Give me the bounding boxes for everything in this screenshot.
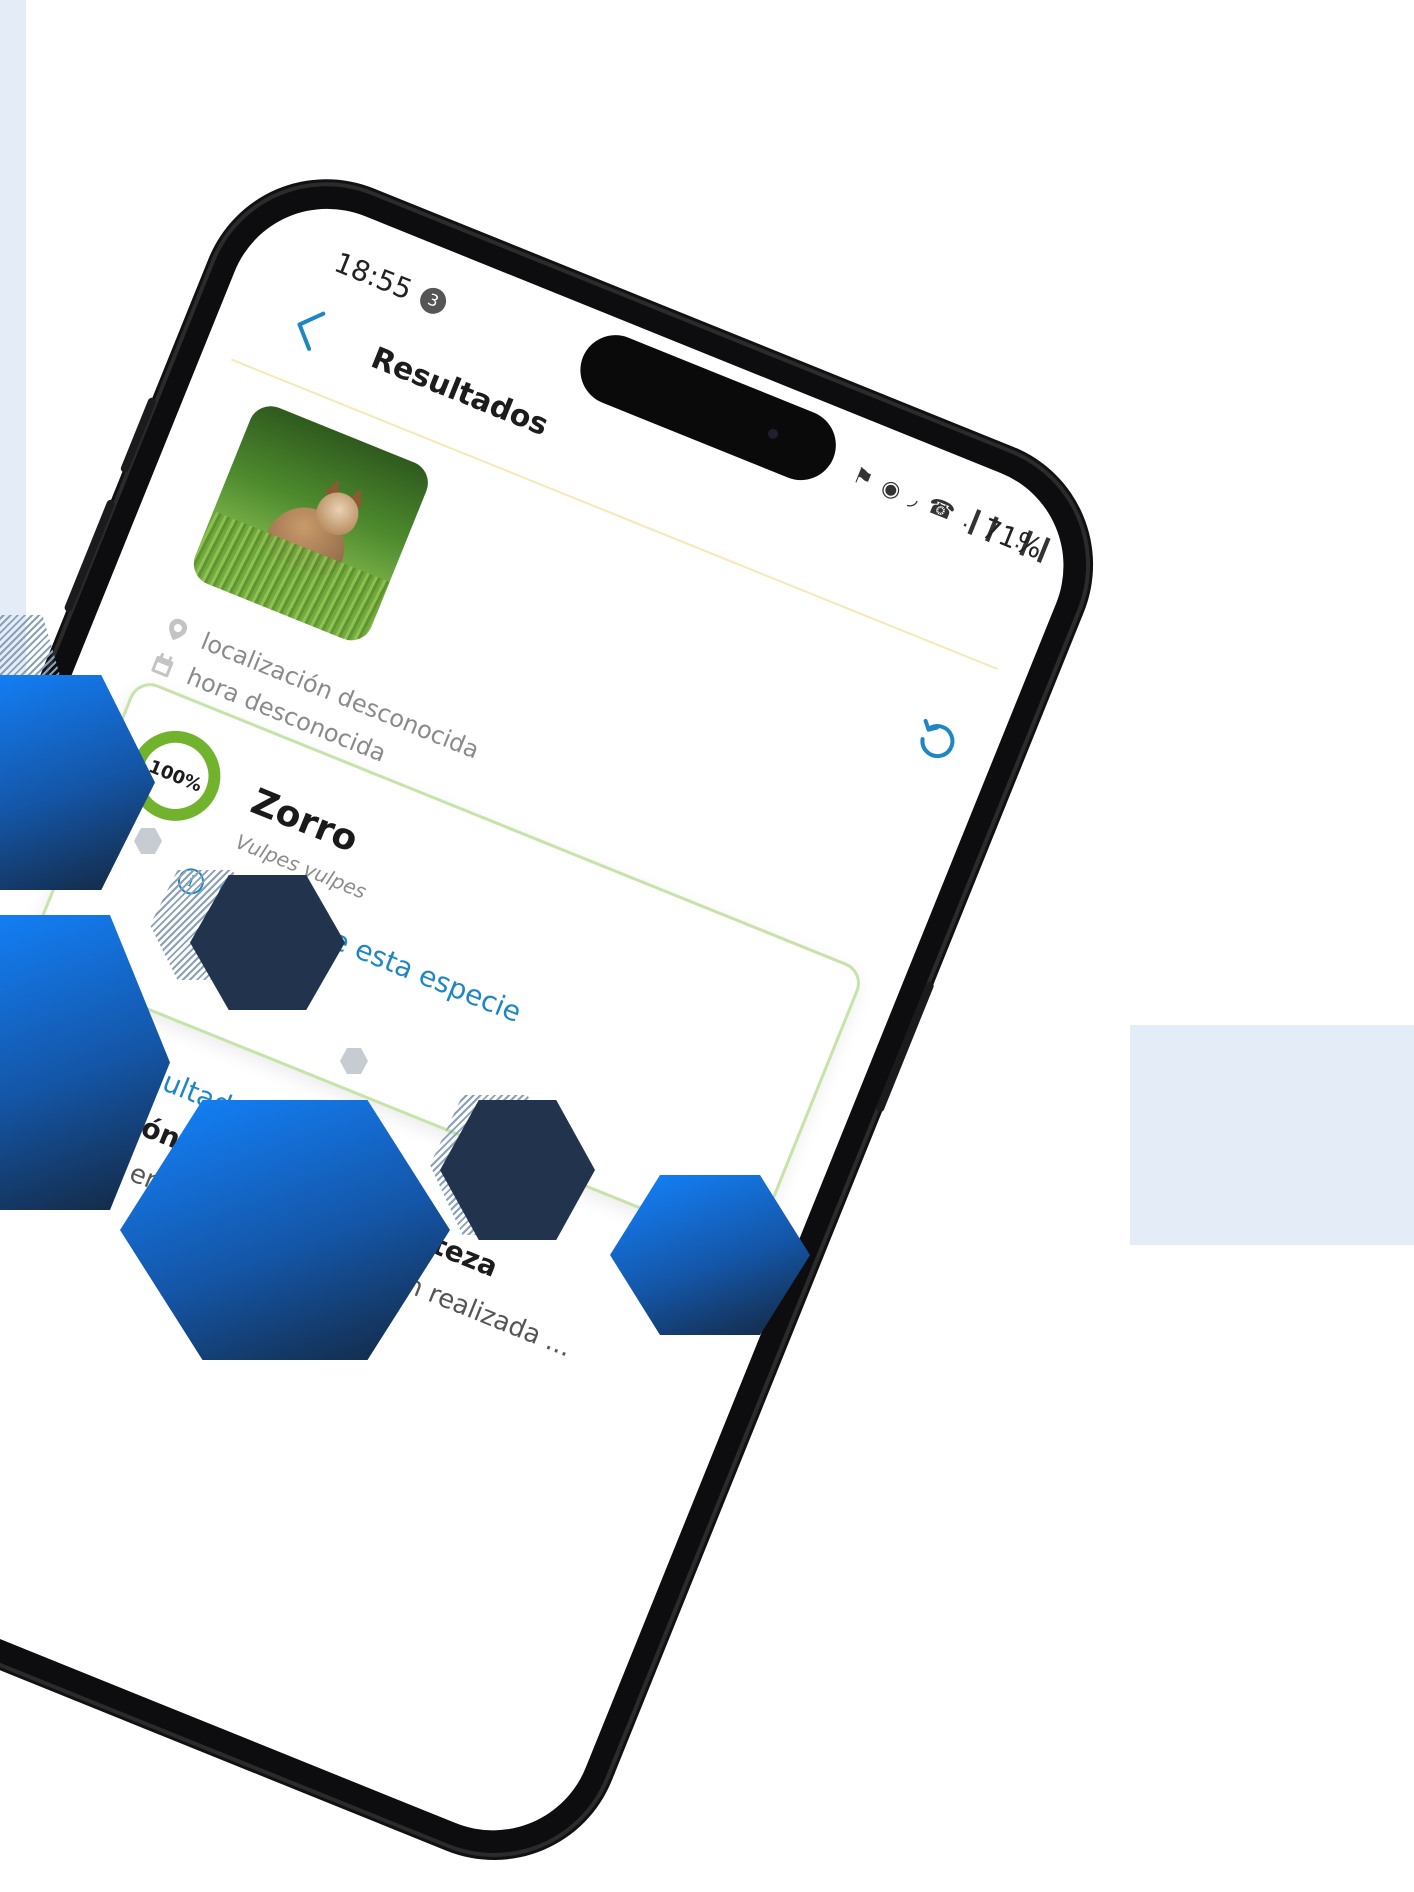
battery-level: 71% bbox=[977, 511, 1048, 566]
background-panel-bottom-right bbox=[1130, 1025, 1414, 1245]
phone-screen: 18:55 3 ⚑ ◉ ◞ ☎ .▎▎ .▎▎ 71% Resultados l… bbox=[0, 178, 1094, 1861]
page-title: Resultados bbox=[366, 340, 554, 444]
confidence-value: 100% bbox=[145, 755, 206, 797]
chevron-left-icon bbox=[297, 311, 326, 351]
notification-badge: 3 bbox=[416, 283, 451, 318]
back-button[interactable] bbox=[281, 298, 337, 359]
calendar-icon bbox=[151, 652, 174, 678]
observation-photo[interactable] bbox=[187, 399, 435, 647]
dynamic-island bbox=[569, 324, 847, 491]
refresh-icon bbox=[920, 718, 955, 759]
status-time: 18:55 bbox=[329, 245, 417, 307]
phone-device: 18:55 3 ⚑ ◉ ◞ ☎ .▎▎ .▎▎ 71% Resultados l… bbox=[0, 150, 1123, 1890]
phone-side-button bbox=[119, 396, 158, 474]
location-pin-icon bbox=[169, 618, 188, 641]
camera-lens bbox=[766, 427, 780, 441]
refresh-button[interactable] bbox=[908, 712, 965, 769]
